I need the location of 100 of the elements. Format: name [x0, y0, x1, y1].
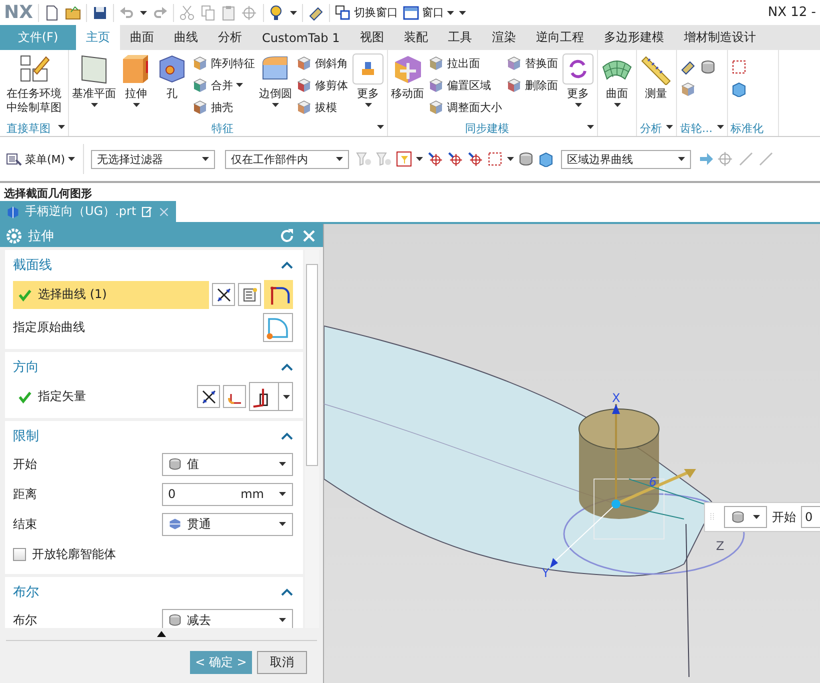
caret-icon[interactable] — [666, 125, 673, 129]
reverse-button[interactable] — [212, 283, 235, 306]
ribbon-button[interactable]: 移动面 — [391, 53, 424, 101]
ribbon-button[interactable]: 阵列特征 — [192, 53, 255, 73]
ribbon-button[interactable]: 拉伸 — [120, 53, 152, 107]
option-dropdown[interactable] — [724, 506, 767, 528]
caret-icon[interactable] — [290, 10, 297, 14]
cylinder-icon[interactable] — [518, 151, 534, 167]
ribbon-button[interactable]: 调整面大小 — [428, 97, 502, 117]
reverse-button[interactable] — [197, 385, 220, 408]
close-icon[interactable] — [301, 228, 317, 244]
ribbon-button[interactable]: 倒斜角 — [296, 53, 348, 73]
block-icon — [296, 77, 312, 93]
eraser-icon[interactable] — [308, 4, 324, 20]
caret-icon — [753, 515, 760, 519]
ribbon-button[interactable]: 更多 — [562, 53, 594, 107]
ribbon-button[interactable]: 曲面 — [601, 53, 633, 107]
curve-rule-dropdown[interactable]: 区域边界曲线 — [561, 150, 692, 168]
scrollbar[interactable] — [305, 250, 319, 628]
box-icon[interactable] — [730, 81, 746, 97]
ribbon-button[interactable]: 拔模 — [296, 97, 348, 117]
ribbon-tab[interactable]: 曲线 — [164, 25, 208, 50]
ribbon-button[interactable]: 删除面 — [506, 75, 558, 95]
select-box-icon[interactable] — [730, 59, 746, 75]
dialog-title: 拉伸 — [28, 228, 54, 244]
crosshair-icon[interactable] — [447, 151, 464, 167]
caret-icon[interactable] — [416, 157, 424, 161]
distance-field[interactable]: 0 mm — [162, 482, 293, 506]
caret-icon[interactable] — [377, 125, 384, 129]
field-label: 开始 — [13, 456, 37, 472]
ribbon-button[interactable]: 替换面 — [506, 53, 558, 73]
caret-icon[interactable] — [58, 125, 65, 129]
page-icon[interactable] — [44, 4, 60, 20]
ribbon-button[interactable]: 孔 — [156, 53, 188, 101]
field-label: 布尔 — [13, 612, 37, 628]
curve-button[interactable] — [263, 313, 293, 342]
ribbon-button[interactable]: 在任务环境中绘制草图 — [3, 53, 65, 115]
ribbon-tab[interactable]: 增材制造设计 — [674, 25, 766, 50]
caret-icon[interactable] — [140, 10, 147, 14]
select-box-icon[interactable] — [487, 151, 504, 167]
selection-step[interactable]: 指定矢量 — [13, 382, 194, 410]
cylinder-icon[interactable] — [700, 59, 716, 75]
ribbon-button[interactable]: 偏置区域 — [428, 75, 502, 95]
ribbon-tab[interactable]: 装配 — [394, 25, 438, 50]
crosshair-icon[interactable] — [467, 151, 484, 167]
ribbon-button[interactable]: 抽壳 — [192, 97, 255, 117]
unit-dropdown[interactable]: mm — [240, 487, 274, 501]
ribbon-button[interactable]: 测量 — [640, 53, 672, 101]
input-field[interactable]: 0 — [801, 506, 820, 528]
section-header[interactable]: 截面线 — [5, 250, 303, 278]
ribbon-tab[interactable]: 曲面 — [120, 25, 164, 50]
filter-dropdown[interactable]: 无选择过滤器 — [91, 150, 216, 168]
window-menu-button[interactable]: 切换窗口 — [334, 4, 398, 20]
ribbon-button[interactable]: 更多 — [352, 53, 384, 107]
ribbon-tab[interactable]: 逆向工程 — [526, 25, 594, 50]
box-icon[interactable] — [538, 151, 554, 167]
crosshair-icon[interactable] — [427, 151, 444, 167]
clipboard-icon[interactable] — [220, 4, 237, 20]
ribbon-tab[interactable]: 渲染 — [482, 25, 526, 50]
caret-icon[interactable] — [716, 125, 724, 129]
ribbon-tab[interactable]: 工具 — [438, 25, 482, 50]
ribbon-button[interactable]: 拉出面 — [428, 53, 502, 73]
block-icon[interactable] — [680, 81, 696, 97]
eraser-icon[interactable] — [680, 59, 696, 75]
ribbon-tab[interactable]: 分析 — [208, 25, 252, 50]
ribbon-button[interactable]: 基准平面 — [72, 53, 116, 107]
ribbon-button[interactable]: 边倒圆 — [259, 53, 292, 107]
tab-pin-icon[interactable] — [141, 206, 154, 218]
caret-icon[interactable] — [587, 125, 594, 129]
menu-button[interactable]: 菜单(M) — [6, 151, 76, 167]
gear-icon — [6, 228, 22, 244]
reverse-icon — [216, 286, 232, 302]
filter-dropdown[interactable]: 仅在工作部件内 — [225, 150, 350, 168]
checkbox[interactable] — [13, 548, 26, 560]
funnel-icon[interactable] — [396, 151, 412, 167]
option-dropdown[interactable]: 贯通 — [162, 512, 293, 536]
expand-icon[interactable] — [157, 631, 166, 637]
dialog-button[interactable]: 取消 — [257, 650, 307, 674]
window-menu-button[interactable]: 窗口 — [402, 4, 454, 20]
section-header[interactable]: 方向 — [5, 352, 303, 380]
folder-icon[interactable] — [64, 4, 81, 20]
cylinder-icon — [168, 457, 182, 471]
option-dropdown[interactable]: 值 — [162, 452, 293, 476]
section-header[interactable]: 布尔 — [5, 577, 303, 605]
block-icon — [192, 55, 208, 71]
refresh-icon[interactable] — [279, 228, 295, 244]
caret-icon[interactable] — [507, 157, 514, 161]
ribbon-tab[interactable]: 视图 — [350, 25, 394, 50]
ribbon-tab[interactable]: 主页 — [76, 25, 120, 50]
ribbon-button[interactable]: 合并 — [192, 75, 255, 95]
sketch-button[interactable] — [238, 283, 261, 306]
ribbon-tab[interactable]: CustomTab 1 — [252, 25, 350, 50]
selection-step[interactable]: 选择曲线 (1) — [13, 280, 209, 308]
ribbon-button[interactable]: 修剪体 — [296, 75, 348, 95]
vector-dialog-button[interactable] — [223, 385, 246, 408]
ribbon-tab[interactable]: 多边形建模 — [594, 25, 674, 50]
section-header[interactable]: 限制 — [5, 421, 303, 449]
scroll-thumb[interactable] — [306, 264, 318, 466]
option-dropdown[interactable]: 减去 — [162, 608, 293, 628]
vector-dropdown[interactable] — [249, 382, 293, 411]
